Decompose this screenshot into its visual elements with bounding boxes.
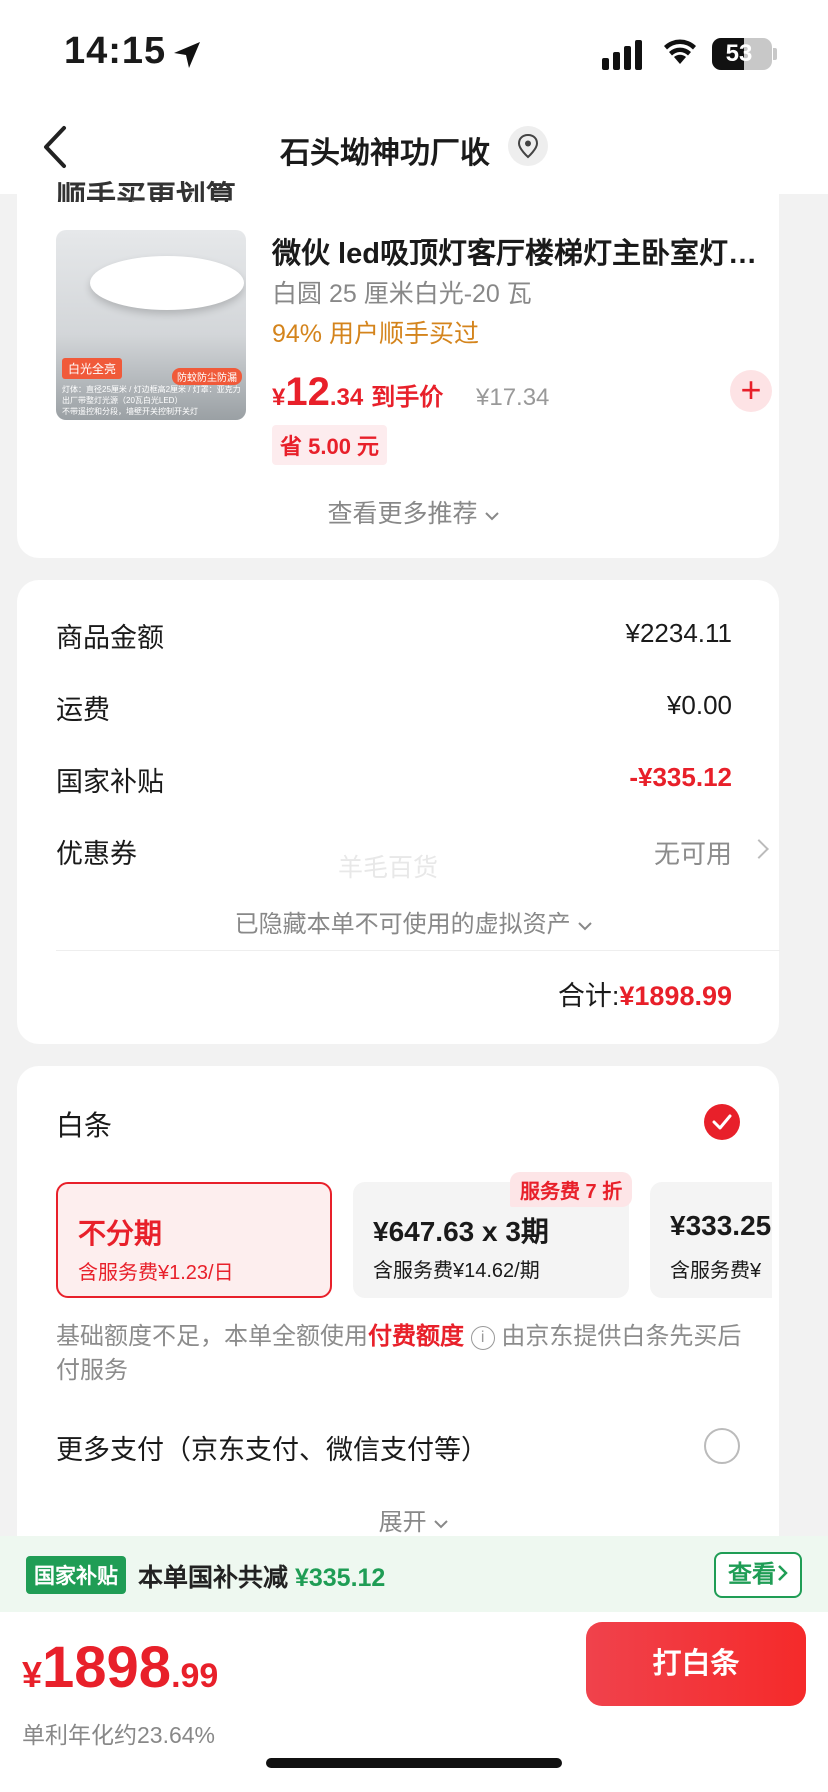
chevron-down-icon [578,922,593,931]
recommend-header: 顺手买更划算 [56,181,236,202]
view-subsidy-button[interactable]: 查看 [714,1552,802,1598]
expand-toggle[interactable]: 展开 [0,1502,828,1537]
goods-amount-label: 商品金额 [56,623,164,653]
location-arrow-icon [174,42,200,68]
battery-tip [773,48,777,60]
payment-card [17,1066,779,1546]
location-pin-icon [517,133,539,159]
location-pin-button[interactable] [508,126,548,166]
status-time: 14:15 [64,30,167,72]
payable-price: ¥1898.99 [22,1635,219,1700]
image-spec-text: 灯体：直径25厘米 / 灯边框高2厘米 / 灯罩：亚克力 出厂带整灯光源（20瓦… [62,385,241,416]
battery-level: 53 [725,40,753,67]
coupon-value[interactable]: 无可用 [654,834,732,871]
plan-no-installment[interactable]: 不分期 含服务费¥1.23/日 [56,1182,332,1298]
more-payment-radio[interactable] [704,1428,740,1464]
wifi-icon [664,39,696,64]
subsidy-bar: 国家补贴 本单国补共减 ¥335.12 查看 [0,1536,828,1612]
subsidy-label: 国家补贴 [56,767,164,797]
credit-note: 基础额度不足，本单全额使用付费额度 i 由京东提供白条先买后付服务 [56,1323,742,1384]
paid-credit-link[interactable]: 付费额度 [368,1323,464,1350]
info-icon[interactable]: i [470,1326,495,1350]
shipping-label: 运费 [56,695,110,725]
bought-rate: 94% 用户顺手买过 [272,320,479,348]
image-tag: 白光全亮 [62,358,123,379]
subsidy-value: -¥335.12 [629,762,732,792]
more-payment-label[interactable]: 更多支付（京东支付、微信支付等） [56,1428,488,1467]
installment-plans: 不分期 含服务费¥1.23/日 ¥647.63 x 3期 含服务费¥14.62/… [56,1182,772,1298]
save-badge: 省 5.00 元 [272,425,388,465]
original-price: ¥17.34 [476,384,550,411]
final-price: ¥12.34 到手价 [272,370,444,414]
watermark: 羊毛百货 [338,854,439,882]
chevron-down-icon [434,1520,449,1529]
divider [56,950,780,951]
product-spec: 白圆 25 厘米白光-20 瓦 [272,280,532,308]
battery-icon: 53 [712,38,772,70]
product-title[interactable]: 微伙 led吸顶灯客厅楼梯灯主卧室灯… [272,230,772,272]
apr-text: 单利年化约23.64% [22,1722,216,1748]
add-to-order-button[interactable]: + [730,370,772,412]
lamp-picture [90,256,244,310]
subsidy-tag: 国家补贴 [26,1556,126,1594]
page-title: 石头坳神功厂收 [280,137,490,170]
chevron-right-icon [778,1565,788,1581]
product-image[interactable]: 白光全亮 防蚊防尘防漏 灯体：直径25厘米 / 灯边框高2厘米 / 灯罩：亚克力… [56,230,246,420]
subsidy-text: 本单国补共减 ¥335.12 [138,1564,386,1592]
more-recommend-link[interactable]: 查看更多推荐 [0,494,828,530]
check-icon [712,1114,732,1130]
goods-amount-value: ¥2234.11 [625,618,732,648]
plan-6-installments[interactable]: ¥333.25 含服务费¥ [650,1182,772,1298]
pay-with-baitiao-button[interactable]: 打白条 [586,1622,806,1706]
image-badge: 防蚊防尘防漏 [172,368,242,385]
top-bar: 14:15 53 石头坳神功厂收 [0,0,828,194]
fee-discount-badge: 服务费 7 折 [510,1172,633,1207]
baitiao-checked[interactable] [704,1104,740,1140]
shipping-value: ¥0.00 [666,690,732,720]
coupon-label[interactable]: 优惠券 [56,832,137,871]
baitiao-label[interactable]: 白条 [56,1104,112,1144]
hidden-assets-toggle[interactable]: 已隐藏本单不可使用的虚拟资产 [0,904,828,939]
home-indicator [266,1758,562,1768]
chevron-down-icon [485,512,500,521]
order-total: 合计:¥1898.99 [557,981,732,1011]
